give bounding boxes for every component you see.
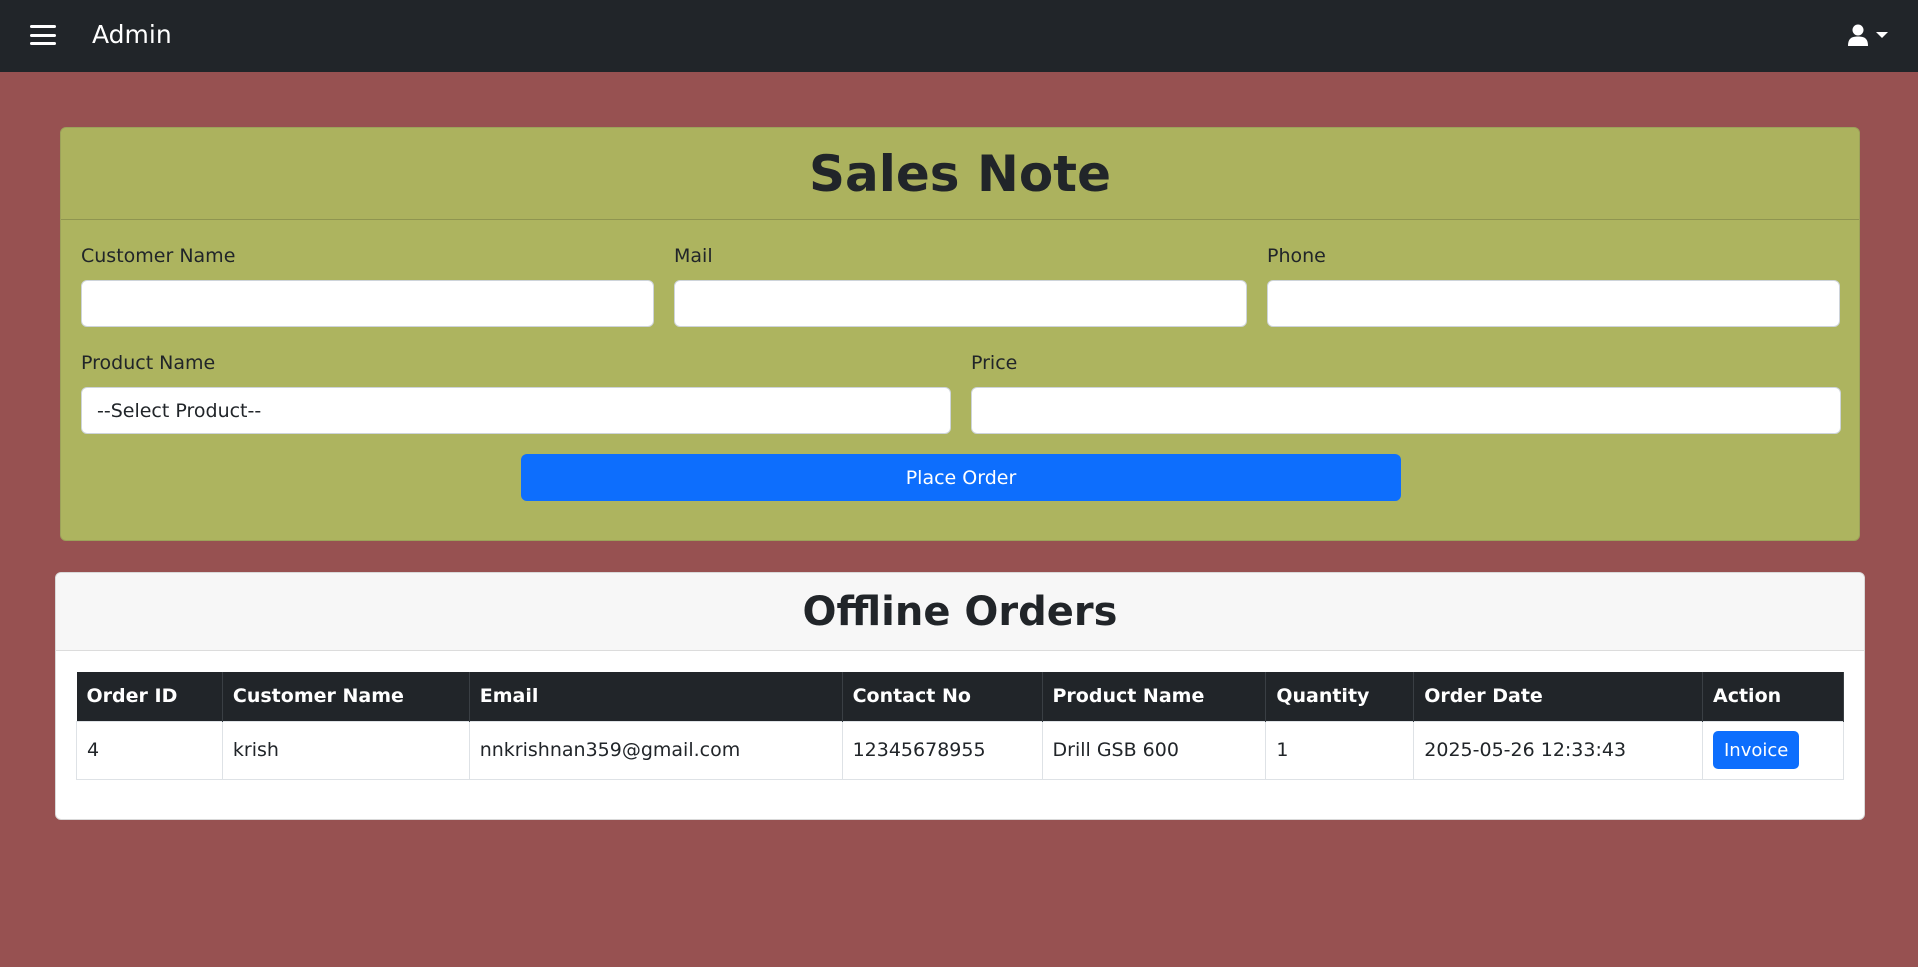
order-date-cell: 2025-05-26 12:33:43 [1413, 720, 1703, 780]
navbar-brand[interactable]: Admin [92, 20, 172, 49]
customer-name-cell: krish [221, 720, 470, 780]
offline-orders-header: Offline Orders [56, 573, 1864, 651]
table-row: 4 krish nnkrishnan359@gmail.com 12345678… [76, 720, 1844, 780]
chevron-down-icon [1876, 32, 1888, 38]
mail-label: Mail [674, 245, 713, 267]
product-name-cell: Drill GSB 600 [1041, 720, 1267, 780]
column-header-product-name: Product Name [1042, 672, 1267, 721]
order-id-cell: 4 [76, 720, 223, 780]
price-label: Price [971, 352, 1018, 374]
orders-table: Order ID Customer Name Email Contact No … [76, 672, 1844, 780]
price-input[interactable] [971, 387, 1841, 434]
table-header-row: Order ID Customer Name Email Contact No … [76, 672, 1844, 721]
product-select[interactable]: --Select Product-- [81, 387, 951, 434]
column-header-action: Action [1702, 672, 1844, 721]
hamburger-menu-icon[interactable] [30, 25, 56, 45]
page-title: Sales Note [809, 144, 1111, 203]
contact-no-cell: 12345678955 [841, 720, 1043, 780]
column-header-email: Email [469, 672, 843, 721]
phone-label: Phone [1267, 245, 1326, 267]
user-dropdown[interactable] [1848, 24, 1888, 46]
column-header-quantity: Quantity [1265, 672, 1415, 721]
column-header-contact-no: Contact No [842, 672, 1043, 721]
sales-note-header: Sales Note [61, 128, 1859, 220]
product-select-value: --Select Product-- [97, 399, 262, 422]
action-cell: Invoice [1702, 720, 1844, 780]
mail-input[interactable] [674, 280, 1247, 327]
product-name-label: Product Name [81, 352, 216, 374]
offline-orders-card: Offline Orders Order ID Customer Name Em… [55, 572, 1865, 820]
place-order-button[interactable]: Place Order [521, 454, 1401, 501]
sales-note-card: Sales Note Customer Name Mail Phone Prod… [60, 127, 1860, 541]
customer-name-label: Customer Name [81, 245, 236, 267]
phone-input[interactable] [1267, 280, 1840, 327]
column-header-customer-name: Customer Name [222, 672, 470, 721]
customer-name-input[interactable] [81, 280, 654, 327]
column-header-order-date: Order Date [1413, 672, 1703, 721]
top-navbar: Admin [0, 0, 1918, 72]
offline-orders-title: Offline Orders [802, 588, 1118, 635]
quantity-cell: 1 [1265, 720, 1415, 780]
column-header-order-id: Order ID [76, 672, 223, 721]
invoice-button[interactable]: Invoice [1713, 731, 1800, 769]
email-cell: nnkrishnan359@gmail.com [468, 720, 843, 780]
user-icon [1848, 24, 1868, 46]
